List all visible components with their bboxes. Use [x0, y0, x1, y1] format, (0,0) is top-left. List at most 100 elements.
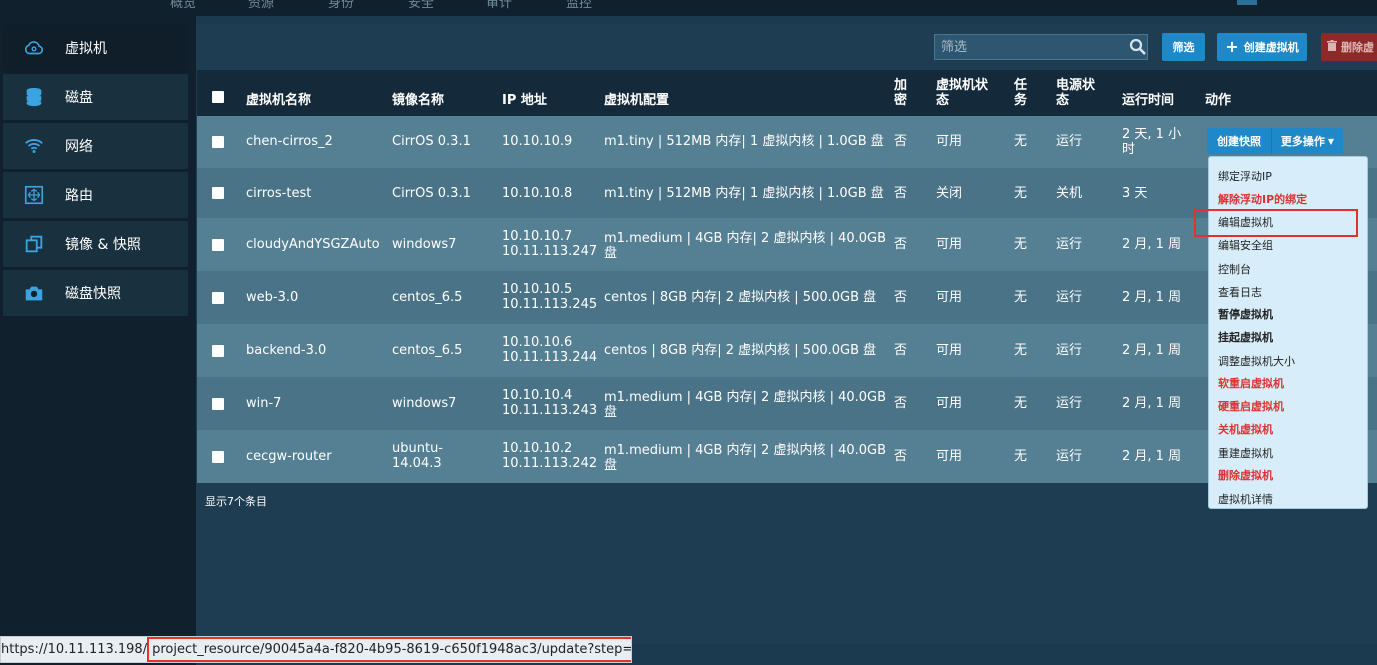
plus-icon: +: [1225, 37, 1239, 56]
menu-item[interactable]: 绑定浮动IP: [1218, 168, 1272, 184]
col-image[interactable]: 镜像名称: [392, 93, 444, 108]
table-row[interactable]: cecgw-router ubuntu- 14.04.3 10.10.10.2 10…: [197, 430, 1377, 483]
encrypt-value: 否: [894, 396, 908, 411]
vm-config: m1.tiny | 512MB 内存| 1 虚拟内核 | 1.0GB 盘: [604, 186, 884, 201]
url-prefix: https://10.11.113.198/: [1, 642, 148, 657]
menu-item[interactable]: 硬重启虚拟机: [1218, 398, 1284, 414]
user-menu[interactable]: [1237, 0, 1257, 5]
row-checkbox[interactable]: [212, 292, 224, 304]
row-checkbox[interactable]: [212, 398, 224, 410]
vm-status: 可用: [936, 134, 963, 149]
nav-audit[interactable]: 审计: [486, 0, 512, 11]
menu-item[interactable]: 暂停虚拟机: [1218, 306, 1273, 322]
menu-item[interactable]: 挂起虚拟机: [1218, 329, 1273, 345]
vm-status: 可用: [936, 237, 963, 252]
col-uptime[interactable]: 运行时间: [1122, 93, 1174, 108]
row-checkbox[interactable]: [212, 136, 224, 148]
uptime: 2 月, 1 周: [1122, 396, 1182, 411]
power-status: 运行: [1056, 290, 1083, 305]
table-row[interactable]: backend-3.0 centos_6.5 10.10.10.6 10.11.1…: [197, 324, 1377, 377]
vm-name[interactable]: chen-cirros_2: [246, 134, 333, 149]
col-power[interactable]: 电源状态: [1056, 78, 1095, 108]
menu-item[interactable]: 解除浮动IP的绑定: [1218, 191, 1307, 207]
ip-address: 10.10.10.2 10.11.113.242: [502, 441, 598, 471]
vm-config: centos | 8GB 内存| 2 虚拟内核 | 500.0GB 盘: [604, 290, 877, 305]
menu-item[interactable]: 调整虚拟机大小: [1218, 353, 1295, 369]
vm-status: 可用: [936, 343, 963, 358]
menu-item[interactable]: 控制台: [1218, 261, 1251, 277]
filter-button[interactable]: 筛选: [1162, 33, 1205, 61]
delete-vm-button[interactable]: 删除虚: [1321, 33, 1377, 61]
camera-icon: [3, 282, 65, 304]
image-name: windows7: [392, 396, 457, 411]
select-all-checkbox[interactable]: [212, 91, 224, 103]
menu-item[interactable]: 关机虚拟机: [1218, 421, 1273, 437]
nav-monitor[interactable]: 监控: [566, 0, 592, 11]
sidebar-item-label: 虚拟机: [65, 41, 107, 57]
sidebar-item-label: 路由: [65, 188, 93, 204]
table-row[interactable]: chen-cirros_2 CirrOS 0.3.1 10.10.10.9 m1…: [197, 116, 1377, 168]
col-status[interactable]: 虚拟机状态: [936, 78, 988, 108]
more-actions-button[interactable]: 更多操作 ▼: [1271, 128, 1343, 154]
create-snapshot-button[interactable]: 创建快照: [1207, 128, 1271, 154]
vm-name[interactable]: cecgw-router: [246, 449, 332, 464]
col-config[interactable]: 虚拟机配置: [604, 93, 669, 108]
vm-name[interactable]: win-7: [246, 396, 281, 411]
database-icon: [3, 86, 65, 108]
sidebar-item-network[interactable]: 网络: [3, 123, 188, 169]
power-status: 运行: [1056, 343, 1083, 358]
sidebar-item-vm[interactable]: 虚拟机: [3, 25, 188, 71]
create-vm-button[interactable]: + 创建虚拟机: [1217, 33, 1307, 61]
vm-name[interactable]: cloudyAndYSGZAuto: [246, 237, 380, 252]
power-status: 运行: [1056, 449, 1083, 464]
uptime: 2 月, 1 周: [1122, 237, 1182, 252]
cloud-icon: [3, 37, 65, 59]
ip-address: 10.10.10.7 10.11.113.247: [502, 229, 598, 259]
sidebar-item-label: 镜像 & 快照: [65, 237, 141, 253]
ip-address: 10.10.10.4 10.11.113.243: [502, 388, 598, 418]
power-status: 关机: [1056, 186, 1083, 201]
ip-address: 10.10.10.8: [502, 186, 573, 201]
search-icon[interactable]: [1129, 38, 1147, 56]
sidebar-item-images[interactable]: 镜像 & 快照: [3, 221, 188, 267]
task-value: 无: [1014, 186, 1028, 201]
menu-item[interactable]: 软重启虚拟机: [1218, 375, 1284, 391]
sidebar-item-label: 网络: [65, 139, 93, 155]
menu-item[interactable]: 编辑安全组: [1218, 237, 1273, 253]
nav-overview[interactable]: 概览: [170, 0, 196, 11]
caret-down-icon: ▼: [1327, 136, 1335, 146]
task-value: 无: [1014, 134, 1028, 149]
image-name: centos_6.5: [392, 343, 463, 358]
nav-security[interactable]: 安全: [408, 0, 434, 11]
sidebar-item-disk[interactable]: 磁盘: [3, 74, 188, 120]
sidebar-item-disk-snapshot[interactable]: 磁盘快照: [3, 270, 188, 316]
vm-name[interactable]: web-3.0: [246, 290, 298, 305]
sidebar-item-router[interactable]: 路由: [3, 172, 188, 218]
row-checkbox[interactable]: [212, 239, 224, 251]
table-row[interactable]: win-7 windows7 10.10.10.4 10.11.113.243 m…: [197, 377, 1377, 430]
menu-item[interactable]: 删除虚拟机: [1218, 467, 1273, 483]
menu-item[interactable]: 查看日志: [1218, 284, 1262, 300]
row-checkbox[interactable]: [212, 345, 224, 357]
col-ip[interactable]: IP 地址: [502, 93, 547, 108]
filter-input[interactable]: [934, 34, 1148, 60]
menu-item[interactable]: 虚拟机详情: [1218, 491, 1273, 507]
table-row[interactable]: web-3.0 centos_6.5 10.10.10.5 10.11.113.2…: [197, 271, 1377, 324]
row-checkbox[interactable]: [212, 451, 224, 463]
vm-name[interactable]: cirros-test: [246, 186, 311, 201]
menu-item[interactable]: 重建虚拟机: [1218, 445, 1273, 461]
nav-resource[interactable]: 资源: [248, 0, 274, 11]
encrypt-value: 否: [894, 449, 908, 464]
uptime: 2 月, 1 周: [1122, 343, 1182, 358]
image-name: CirrOS 0.3.1: [392, 134, 471, 149]
col-name[interactable]: 虚拟机名称: [246, 93, 311, 108]
row-checkbox[interactable]: [212, 187, 224, 199]
image-name: ubuntu- 14.04.3: [392, 441, 443, 471]
vm-name[interactable]: backend-3.0: [246, 343, 326, 358]
nav-identity[interactable]: 身份: [328, 0, 354, 11]
col-task[interactable]: 任务: [1014, 78, 1027, 108]
top-nav: 概览 资源 身份 安全 审计 监控: [0, 0, 1377, 16]
vm-config: m1.medium | 4GB 内存| 2 虚拟内核 | 40.0GB 盘: [604, 231, 887, 261]
vm-status: 可用: [936, 396, 963, 411]
col-encrypt[interactable]: 加密: [894, 78, 907, 108]
